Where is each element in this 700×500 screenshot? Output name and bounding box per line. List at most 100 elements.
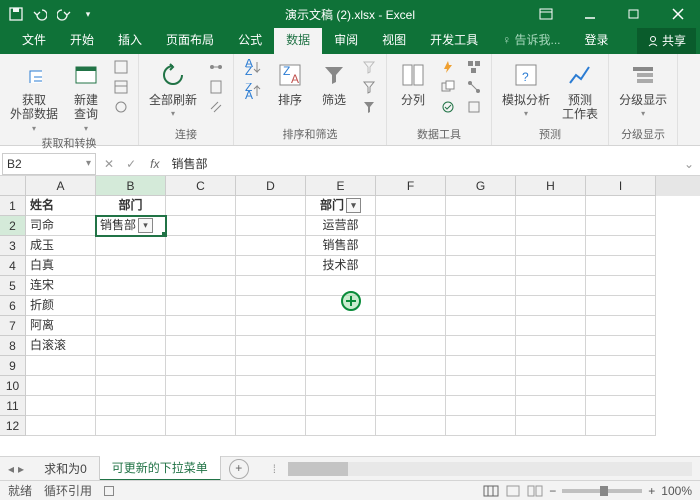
cell[interactable]: 部门: [96, 196, 166, 216]
zoom-percent[interactable]: 100%: [661, 484, 692, 498]
cell[interactable]: [586, 216, 656, 236]
save-icon[interactable]: [8, 6, 24, 22]
close-icon[interactable]: [656, 0, 700, 28]
cell[interactable]: [376, 336, 446, 356]
row-header[interactable]: 8: [0, 336, 26, 356]
redo-icon[interactable]: [56, 6, 72, 22]
cell[interactable]: [586, 196, 656, 216]
spreadsheet-grid[interactable]: ABCDEFGHI 123456789101112 姓名部门部门▾司命销售部▾运…: [0, 176, 700, 466]
connections-icon[interactable]: [205, 57, 227, 77]
cell[interactable]: [96, 316, 166, 336]
cell[interactable]: [586, 416, 656, 436]
row-header[interactable]: 3: [0, 236, 26, 256]
cell[interactable]: [376, 256, 446, 276]
cell[interactable]: [516, 296, 586, 316]
cell[interactable]: [586, 336, 656, 356]
tab-home[interactable]: 开始: [58, 26, 106, 54]
column-header[interactable]: I: [586, 176, 656, 196]
cell[interactable]: [166, 356, 236, 376]
name-box[interactable]: B2: [2, 153, 96, 175]
cell[interactable]: [236, 296, 306, 316]
flash-fill-icon[interactable]: [437, 57, 459, 77]
cell[interactable]: [516, 196, 586, 216]
cell[interactable]: [306, 316, 376, 336]
cell[interactable]: [166, 336, 236, 356]
row-header[interactable]: 4: [0, 256, 26, 276]
cell[interactable]: [26, 356, 96, 376]
row-header[interactable]: 10: [0, 376, 26, 396]
tab-data[interactable]: 数据: [274, 26, 322, 54]
cell[interactable]: [376, 396, 446, 416]
cell[interactable]: [306, 276, 376, 296]
cell[interactable]: [586, 396, 656, 416]
cell[interactable]: [376, 196, 446, 216]
cell[interactable]: 成玉: [26, 236, 96, 256]
cell[interactable]: [236, 196, 306, 216]
cell[interactable]: [306, 376, 376, 396]
cell[interactable]: 白真: [26, 256, 96, 276]
cell[interactable]: [236, 336, 306, 356]
sort-za-icon[interactable]: ZA: [240, 81, 266, 103]
cell[interactable]: [236, 356, 306, 376]
cell[interactable]: 连宋: [26, 276, 96, 296]
show-queries-icon[interactable]: [110, 57, 132, 77]
cell[interactable]: [586, 296, 656, 316]
data-validation-icon[interactable]: [437, 97, 459, 117]
column-header[interactable]: D: [236, 176, 306, 196]
cell[interactable]: [446, 216, 516, 236]
cell[interactable]: [586, 276, 656, 296]
cell[interactable]: [446, 336, 516, 356]
cell[interactable]: 销售部: [306, 236, 376, 256]
cell[interactable]: [376, 296, 446, 316]
formula-bar[interactable]: 销售部: [165, 155, 683, 172]
sort-button[interactable]: ZA排序: [270, 57, 310, 109]
sheet-tab[interactable]: 求和为0: [32, 457, 100, 480]
filter-dropdown-icon[interactable]: ▾: [346, 198, 361, 213]
advanced-filter-icon[interactable]: [358, 97, 380, 117]
manage-data-model-icon[interactable]: [463, 97, 485, 117]
what-if-button[interactable]: ?模拟分析▾: [498, 57, 554, 121]
cell[interactable]: [306, 336, 376, 356]
cell[interactable]: [166, 376, 236, 396]
column-header[interactable]: G: [446, 176, 516, 196]
row-header[interactable]: 7: [0, 316, 26, 336]
relationships-icon[interactable]: [463, 77, 485, 97]
cell[interactable]: [236, 236, 306, 256]
column-header[interactable]: A: [26, 176, 96, 196]
cell[interactable]: [236, 276, 306, 296]
new-sheet-button[interactable]: +: [229, 459, 249, 479]
cell[interactable]: 折颜: [26, 296, 96, 316]
cell[interactable]: [236, 216, 306, 236]
cell[interactable]: [446, 296, 516, 316]
cell[interactable]: [26, 416, 96, 436]
cell[interactable]: [166, 296, 236, 316]
window-help-icon[interactable]: [524, 0, 568, 28]
cell[interactable]: [26, 396, 96, 416]
cell[interactable]: [376, 216, 446, 236]
cell[interactable]: [236, 396, 306, 416]
from-table-icon[interactable]: [110, 77, 132, 97]
cell[interactable]: [516, 276, 586, 296]
dropdown-icon[interactable]: ▾: [138, 218, 153, 233]
cell[interactable]: [236, 316, 306, 336]
row-header[interactable]: 9: [0, 356, 26, 376]
cell[interactable]: [166, 316, 236, 336]
cell[interactable]: [96, 416, 166, 436]
cell[interactable]: [516, 396, 586, 416]
reapply-filter-icon[interactable]: [358, 77, 380, 97]
cell[interactable]: [586, 256, 656, 276]
cell[interactable]: [516, 216, 586, 236]
macro-record-icon[interactable]: [104, 486, 114, 496]
cell[interactable]: [516, 416, 586, 436]
tab-layout[interactable]: 页面布局: [154, 26, 226, 54]
cell[interactable]: [446, 396, 516, 416]
cell[interactable]: [586, 356, 656, 376]
text-to-columns-button[interactable]: 分列: [393, 57, 433, 109]
cell[interactable]: 白滚滚: [26, 336, 96, 356]
column-header[interactable]: F: [376, 176, 446, 196]
cell[interactable]: [446, 256, 516, 276]
cell[interactable]: [96, 256, 166, 276]
cell[interactable]: [166, 276, 236, 296]
page-layout-view-icon[interactable]: [505, 485, 521, 497]
cell[interactable]: [516, 316, 586, 336]
